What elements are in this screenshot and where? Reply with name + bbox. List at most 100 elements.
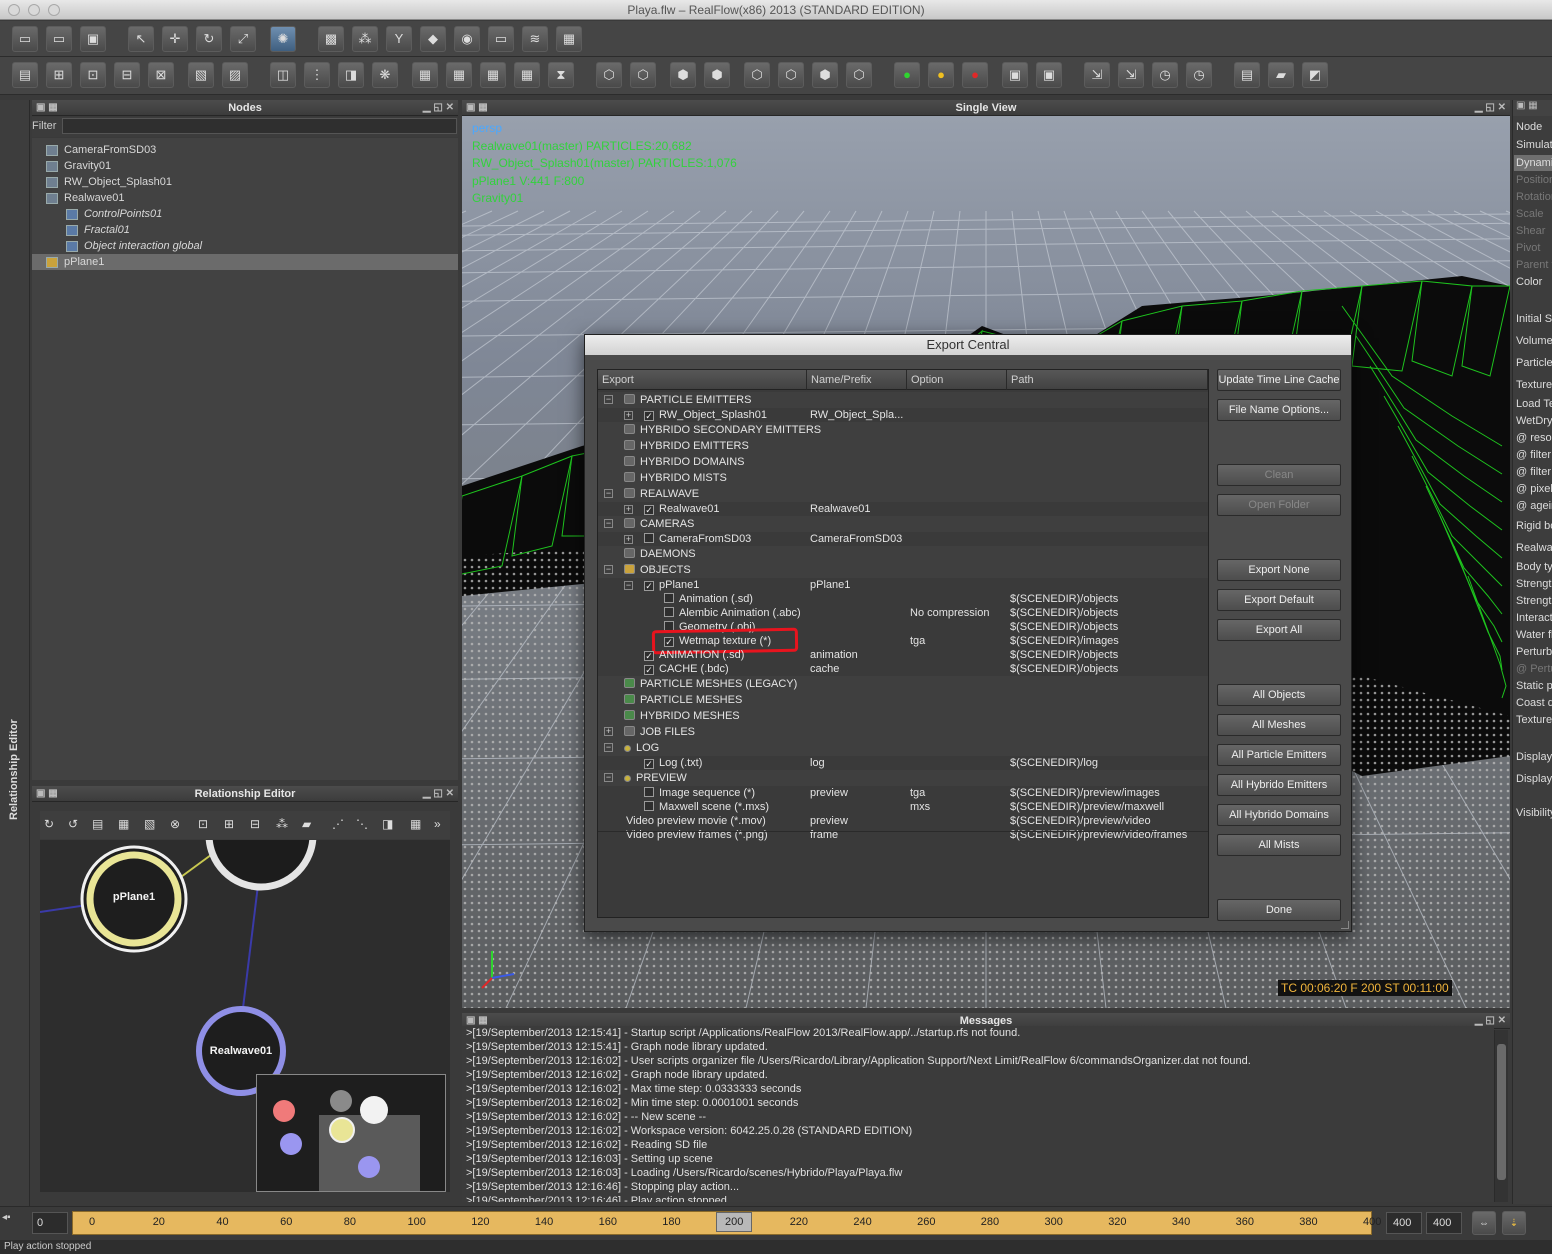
collapse-icon[interactable]: − [604,743,613,752]
param-row[interactable]: Static particles [1514,678,1552,694]
toolbar-tool-icon[interactable]: ▦ [514,62,540,88]
relationship-tool-icon[interactable]: ⋱ [356,817,368,831]
gizmo-icon[interactable]: ✺ [270,26,296,52]
param-row[interactable]: @ ageing [1514,498,1552,514]
param-row[interactable]: Initial State [1514,311,1552,327]
export-checkbox[interactable]: ✓ [644,759,654,769]
toolbar-tool-icon[interactable]: ⊠ [148,62,174,88]
filter-input[interactable] [62,118,457,134]
export-item-row[interactable]: Animation (.sd) $(SCENEDIR)/objects [598,592,1208,606]
export-section-row[interactable]: DAEMONS [598,546,1208,562]
export-item-row[interactable]: Image sequence (*) preview tga $(SCENEDIR)/… [598,786,1208,800]
toolbar-tool-icon[interactable]: ⇲ [1084,62,1110,88]
scale-icon[interactable]: ⤢ [230,26,256,52]
relationship-tool-icon[interactable]: ⁂ [276,817,288,831]
node-item[interactable]: ControlPoints01 [32,206,458,222]
toolbar-tool-icon[interactable]: ▦ [480,62,506,88]
param-row[interactable]: @ filter [1514,447,1552,463]
toolbar-tool-icon[interactable]: ▦ [446,62,472,88]
toolbar-tool-icon[interactable]: ⇲ [1118,62,1144,88]
toolbar-tool-icon[interactable]: ● [928,62,954,88]
relationship-tool-icon[interactable]: ↻ [44,817,54,831]
toolbar-tool-icon[interactable]: ◨ [338,62,364,88]
param-row[interactable]: Display [1514,771,1552,787]
param-row[interactable]: Scale [1514,206,1552,222]
new-scene-icon[interactable]: ▭ [12,26,38,52]
all-mists-button[interactable]: All Mists [1217,834,1341,856]
toolbar-tool-icon[interactable]: ◫ [270,62,296,88]
zoom-window-button[interactable] [48,4,60,16]
export-all-button[interactable]: Export All [1217,619,1341,641]
all-meshes-button[interactable]: All Meshes [1217,714,1341,736]
param-row[interactable]: Realwave [1514,540,1552,556]
collapse-icon[interactable]: − [624,581,633,590]
param-row[interactable]: Body type [1514,559,1552,575]
relationship-tool-icon[interactable]: ▧ [144,817,155,831]
panel-window-controls-icon[interactable]: ▁ ◱ ✕ [423,787,454,800]
toolbar-tool-icon[interactable]: ⊡ [80,62,106,88]
param-row[interactable]: Particle [1514,355,1552,371]
param-row[interactable]: @ pixel [1514,481,1552,497]
toolbar-tool-icon[interactable]: ⬢ [670,62,696,88]
export-item-row[interactable]: + ✓ Realwave01 Realwave01 [598,502,1208,516]
relationship-tool-icon[interactable]: ▰ [302,817,311,831]
export-checkbox[interactable]: ✓ [644,581,654,591]
toolbar-tool-icon[interactable]: ⬢ [812,62,838,88]
toolbar-tool-icon[interactable]: ▰ [1268,62,1294,88]
param-row[interactable]: Dynamics [1514,155,1552,171]
toolbar-tool-icon[interactable]: ● [962,62,988,88]
column-header-option[interactable]: Option [907,370,1007,390]
expand-icon[interactable]: + [624,505,633,514]
objects-icon[interactable]: ◆ [420,26,446,52]
all-particle-emitters-button[interactable]: All Particle Emitters [1217,744,1341,766]
panel-window-controls-icon[interactable]: ▁ ◱ ✕ [423,101,454,114]
all-hybrido-emitters-button[interactable]: All Hybrido Emitters [1217,774,1341,796]
toolbar-tool-icon[interactable]: ⊟ [114,62,140,88]
relationship-tool-icon[interactable]: ◨ [382,817,393,831]
export-checkbox[interactable] [664,607,674,617]
column-header-path[interactable]: Path [1007,370,1208,390]
param-row[interactable]: Visibility [1514,805,1552,821]
node-item[interactable]: Gravity01 [32,158,458,174]
param-row[interactable]: @ filter [1514,464,1552,480]
param-row[interactable]: Parent to [1514,257,1552,273]
particles-icon[interactable]: ⁂ [352,26,378,52]
node-item[interactable]: pPlane1 [32,254,458,270]
export-section-row[interactable]: HYBRIDO MESHES [598,708,1208,724]
select-icon[interactable]: ↖ [128,26,154,52]
toolbar-tool-icon[interactable]: ⬡ [596,62,622,88]
relationship-tool-icon[interactable]: ⊗ [170,817,180,831]
timeline-max-field[interactable]: 400 [1426,1212,1462,1234]
column-header-name[interactable]: Name/Prefix [807,370,907,390]
export-checkbox[interactable]: ✓ [644,411,654,421]
realwave-icon[interactable]: ≋ [522,26,548,52]
param-row[interactable]: Interaction [1514,610,1552,626]
toolbar-tool-icon[interactable]: ◩ [1302,62,1328,88]
relationship-tool-icon[interactable]: ⊟ [250,817,260,831]
export-checkbox[interactable]: ✓ [644,651,654,661]
param-row[interactable]: Display [1514,749,1552,765]
save-scene-icon[interactable]: ▣ [80,26,106,52]
toolbar-tool-icon[interactable]: ▣ [1002,62,1028,88]
export-section-row[interactable]: − PARTICLE EMITTERS [598,392,1208,408]
toolbar-tool-icon[interactable]: ◷ [1152,62,1178,88]
resize-grip-icon[interactable] [1341,921,1349,929]
cameras-icon[interactable]: ▭ [488,26,514,52]
param-row[interactable]: Texture [1514,377,1552,393]
node-item[interactable]: Fractal01 [32,222,458,238]
param-row[interactable]: Simulation [1514,137,1552,153]
relationship-tool-icon[interactable]: ▦ [410,817,421,831]
playback-mode-icon[interactable]: ◂▪ [2,1212,26,1234]
param-row[interactable]: Pivot [1514,240,1552,256]
graph-minimap[interactable] [256,1074,446,1192]
export-checkbox[interactable] [644,801,654,811]
export-item-row[interactable]: + CameraFromSD03 CameraFromSD03 [598,532,1208,546]
export-item-row[interactable]: ✓ CACHE (.bdc) cache $(SCENEDIR)/objects [598,662,1208,676]
relationship-tool-icon[interactable]: » [434,817,441,831]
toolbar-tool-icon[interactable]: ⊞ [46,62,72,88]
expand-icon[interactable]: + [624,535,633,544]
export-checkbox[interactable]: ✓ [644,665,654,675]
param-row[interactable]: Shear [1514,223,1552,239]
export-item-row[interactable]: ✓ Wetmap texture (*) tga $(SCENEDIR)/images [598,627,1208,655]
export-section-row[interactable]: + JOB FILES [598,724,1208,740]
